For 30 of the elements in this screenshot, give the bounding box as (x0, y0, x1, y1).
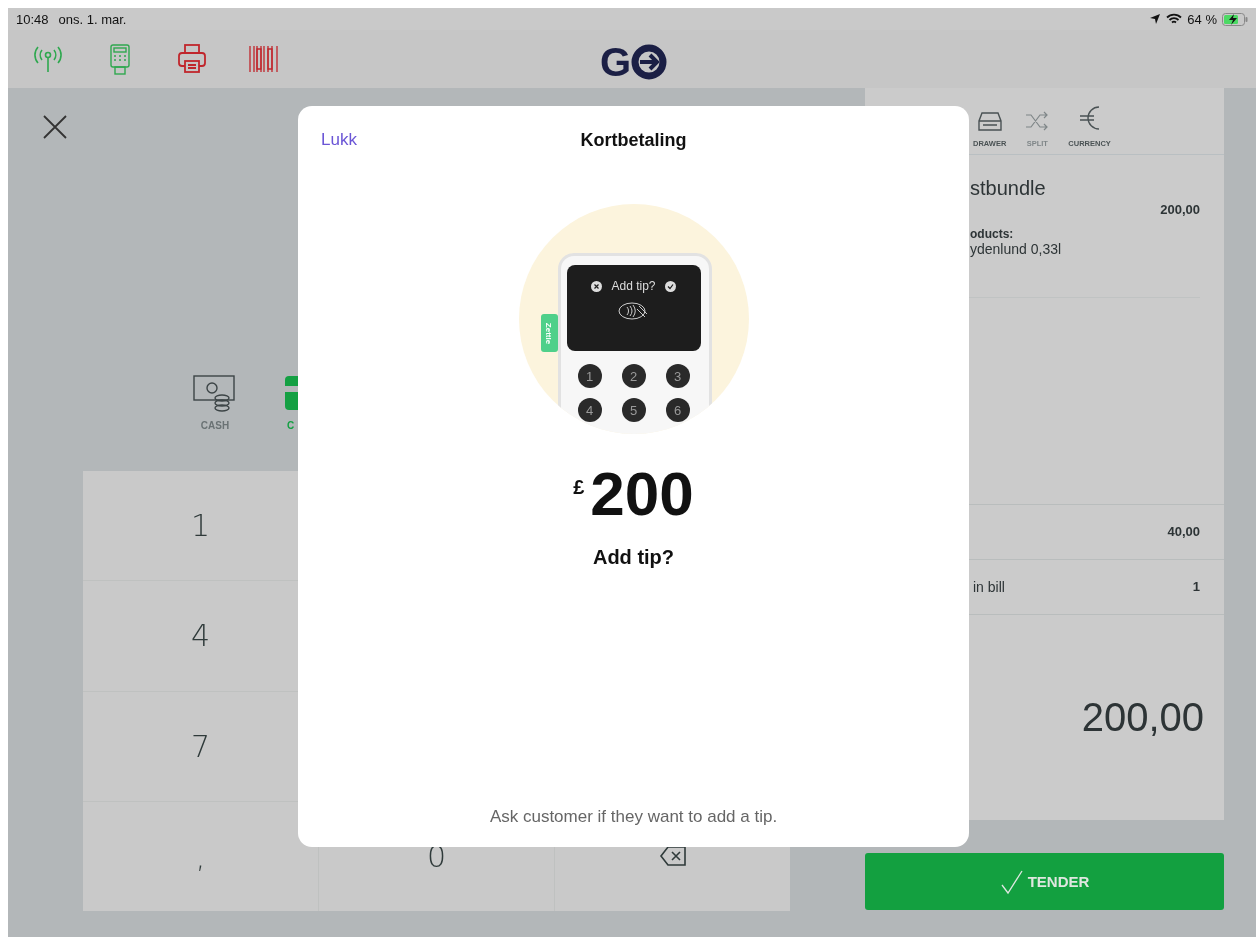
battery-charging-icon (1222, 12, 1248, 26)
confirm-icon (664, 280, 676, 292)
drawer-icon (976, 109, 1003, 133)
location-arrow-icon (1149, 13, 1162, 25)
products-label: oducts: (970, 227, 1015, 241)
summary-label: in bill (973, 578, 1005, 595)
keypad-key[interactable]: , (83, 801, 318, 911)
tip-prompt: Add tip? (592, 546, 675, 569)
close-link[interactable]: Lukk (321, 130, 357, 150)
backspace-icon (658, 845, 687, 868)
currency-symbol: £ (573, 476, 585, 499)
total-amount: 200,00 (1081, 694, 1204, 740)
summary-value: 40,00 (1167, 524, 1200, 539)
barcode-icon[interactable] (248, 43, 280, 75)
logo-letter: G (600, 42, 631, 82)
product-name: ydenlund 0,33l (970, 241, 1063, 257)
printer-icon[interactable] (176, 43, 208, 75)
item-price: 200,00 (1159, 202, 1200, 217)
payment-amount: 200 (590, 462, 694, 526)
battery-percent: 64 % (1187, 11, 1217, 27)
cancel-icon (591, 280, 603, 292)
check-icon (999, 868, 1024, 895)
status-time: 10:48 (16, 11, 49, 27)
arrow-circle-icon (630, 44, 669, 80)
dialog-title: Kortbetaling (580, 129, 687, 151)
status-date: ons. 1. mar. (58, 11, 127, 27)
reader-screen-text: Add tip? (611, 279, 656, 293)
summary-value: 1 (1192, 579, 1200, 594)
item-name: stbundle (970, 177, 1047, 200)
wifi-icon (1166, 13, 1183, 25)
